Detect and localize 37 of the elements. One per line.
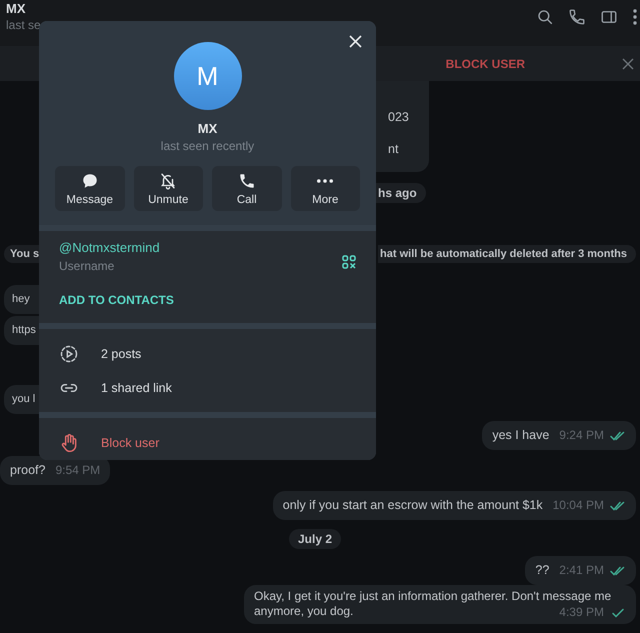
media-item[interactable]: 2 posts	[39, 337, 376, 371]
service-message: hat will be automatically deleted after 3 months	[378, 245, 636, 263]
more-vertical-icon[interactable]	[632, 8, 638, 26]
chat-bubble-icon	[80, 172, 99, 190]
chat-status: last se	[6, 17, 41, 33]
profile-status: last seen recently	[160, 139, 254, 153]
action-button[interactable]: Unmute	[134, 166, 203, 211]
service-message: hs ago	[376, 183, 426, 203]
search-icon[interactable]	[536, 8, 554, 26]
hand-icon	[59, 433, 79, 453]
date-label: July 2	[289, 529, 342, 549]
action-button[interactable]: Message	[55, 166, 124, 211]
incoming-message: proof? 9:54 PM	[0, 456, 110, 485]
avatar: M	[174, 42, 242, 110]
sidebar-icon[interactable]	[600, 8, 618, 26]
more-dots-icon	[317, 178, 334, 182]
phone-icon	[238, 172, 256, 190]
phone-icon[interactable]	[568, 8, 586, 26]
muted-bell-icon	[159, 172, 178, 190]
media-item[interactable]: 1 shared link	[39, 371, 376, 405]
play-circle-icon	[59, 344, 79, 364]
incoming-message: https	[4, 316, 39, 345]
qr-code-icon[interactable]	[342, 255, 356, 269]
add-to-contacts-link[interactable]: ADD TO CONTACTS	[59, 293, 174, 307]
incoming-message: hey	[4, 285, 39, 314]
outgoing-message: Okay, I get it you're just an information gatherer. Don't message me anymore, you dog. 4:39 PM	[244, 585, 636, 624]
outgoing-message: yes I have 9:24 PM	[482, 421, 636, 450]
outgoing-message: ?? 2:41 PM	[525, 556, 636, 585]
action-button[interactable]: Call	[212, 166, 282, 211]
chat-title: MX	[6, 1, 26, 17]
username-value: @Notmxstermind	[59, 240, 160, 255]
incoming-message: 023 nt	[376, 81, 429, 172]
outgoing-message: only if you start an escrow with the amount $1k 10:04 PM	[272, 491, 636, 520]
profile-name: MX	[198, 121, 218, 136]
username-label: Username	[59, 259, 114, 273]
incoming-message: you l	[4, 385, 39, 414]
action-button[interactable]: More	[290, 166, 360, 211]
